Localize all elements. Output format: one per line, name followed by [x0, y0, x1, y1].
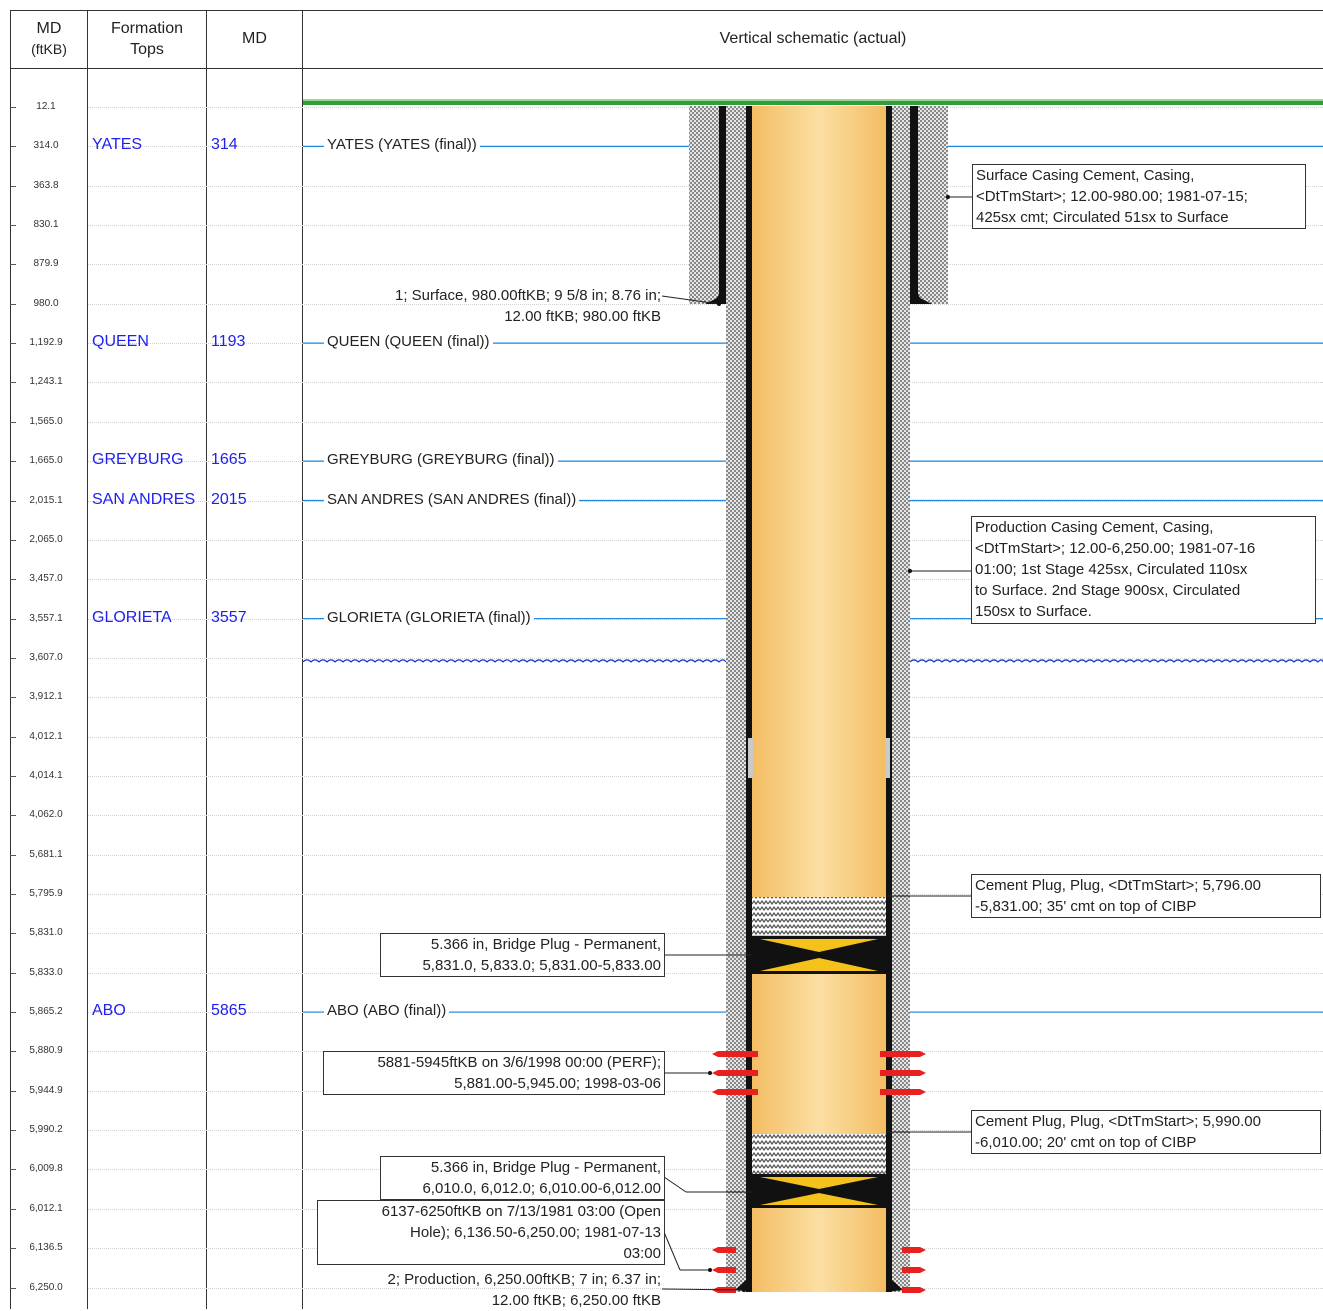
surface-cement-line3: 425sx cmt; Circulated 51sx to Surface	[976, 209, 1229, 226]
bridge-plug-2	[752, 1174, 886, 1208]
cement-plug-1-line1: Cement Plug, Plug, <DtTmStart>; 5,796.00	[975, 877, 1261, 894]
cement-plug-2-line1: Cement Plug, Plug, <DtTmStart>; 5,990.00	[975, 1113, 1261, 1130]
casing-collar-right	[885, 738, 890, 778]
production-casing-label: 2; Production, 6,250.00ftKB; 7 in; 6.37 …	[387, 1269, 661, 1311]
open-hole-line3: 03:00	[623, 1245, 661, 1262]
cement-plug-1-callout: Cement Plug, Plug, <DtTmStart>; 5,796.00…	[971, 874, 1321, 918]
formation-name: QUEEN	[92, 333, 149, 351]
formation-label: ABO (ABO (final))	[324, 1002, 450, 1020]
perforation-mark	[902, 1247, 926, 1253]
open-hole-line2: Hole); 6,136.50-6,250.00; 1981-07-13	[409, 1224, 661, 1241]
perforation-mark	[712, 1089, 758, 1095]
production-cement-callout: Production Casing Cement, Casing, <DtTmS…	[971, 516, 1316, 624]
surface-cement-right	[918, 106, 948, 304]
unconformity-line-right	[909, 659, 1323, 663]
production-cement-line4: to Surface. 2nd Stage 900sx, Circulated	[975, 582, 1241, 599]
cement-plug-2-callout: Cement Plug, Plug, <DtTmStart>; 5,990.00…	[971, 1110, 1321, 1154]
formation-label: SAN ANDRES (SAN ANDRES (final))	[324, 490, 580, 508]
production-cement-line3: 01:00; 1st Stage 425sx, Circulated 110sx	[975, 561, 1248, 578]
production-cement-left	[726, 106, 748, 1292]
perforation-mark	[712, 1267, 736, 1273]
surface-casing-label-line1: 1; Surface, 980.00ftKB; 9 5/8 in; 8.76 i…	[394, 287, 661, 304]
production-cement-line1: Production Casing Cement, Casing,	[975, 519, 1214, 536]
cement-plug-1	[752, 897, 886, 935]
perforation-mark	[712, 1051, 758, 1057]
perforation-mark	[902, 1287, 926, 1293]
bridge-plug-2-line2: 6,010.0, 6,012.0; 6,010.00-6,012.00	[422, 1180, 661, 1197]
perforation-mark	[880, 1089, 926, 1095]
production-casing-label-line2: 12.00 ftKB; 6,250.00 ftKB	[491, 1292, 661, 1309]
casing-collar-left	[748, 738, 753, 778]
bridge-plug-1-line1: 5.366 in, Bridge Plug - Permanent,	[430, 936, 661, 953]
surface-casing-label-line2: 12.00 ftKB; 980.00 ftKB	[504, 308, 661, 325]
perf-line2: 5,881.00-5,945.00; 1998-03-06	[454, 1075, 661, 1092]
bridge-plug-2-callout: 5.366 in, Bridge Plug - Permanent, 6,010…	[380, 1156, 665, 1200]
formation-label: GREYBURG (GREYBURG (final))	[324, 451, 558, 469]
perforation-mark	[880, 1051, 926, 1057]
formation-md: 1665	[211, 451, 247, 469]
wellbore-interior	[752, 106, 886, 1292]
formation-md: 1193	[211, 333, 246, 351]
bridge-plug-1	[752, 936, 886, 974]
ground-surface	[303, 99, 1323, 105]
bridge-plug-2-line1: 5.366 in, Bridge Plug - Permanent,	[430, 1159, 661, 1176]
surface-cement-line2: <DtTmStart>; 12.00-980.00; 1981-07-15;	[976, 188, 1248, 205]
perforation-mark	[902, 1267, 926, 1273]
bridge-plug-1-callout: 5.366 in, Bridge Plug - Permanent, 5,831…	[380, 933, 665, 977]
unconformity-line-left	[302, 659, 727, 663]
perforation-mark	[880, 1070, 926, 1076]
formation-name: YATES	[92, 136, 143, 154]
perf-line1: 5881-5945ftKB on 3/6/1998 00:00 (PERF);	[377, 1054, 661, 1071]
cement-plug-1-line2: -5,831.00; 35' cmt on top of CIBP	[975, 898, 1197, 915]
production-cement-line5: 150sx to Surface.	[975, 603, 1092, 620]
bridge-plug-1-line2: 5,831.0, 5,833.0; 5,831.00-5,833.00	[422, 957, 661, 974]
open-hole-line1: 6137-6250ftKB on 7/13/1981 03:00 (Open	[381, 1203, 661, 1220]
perforation-mark	[712, 1070, 758, 1076]
formation-label: GLORIETA (GLORIETA (final))	[324, 608, 534, 626]
surface-casing-label: 1; Surface, 980.00ftKB; 9 5/8 in; 8.76 i…	[395, 285, 661, 327]
formation-name: SAN ANDRES	[92, 490, 196, 508]
perf-callout: 5881-5945ftKB on 3/6/1998 00:00 (PERF); …	[323, 1051, 665, 1095]
surface-cement-line1: Surface Casing Cement, Casing,	[976, 167, 1195, 184]
open-hole-callout: 6137-6250ftKB on 7/13/1981 03:00 (Open H…	[317, 1200, 665, 1265]
formation-label: QUEEN (QUEEN (final))	[324, 333, 493, 351]
production-casing-left	[746, 106, 752, 1292]
surface-cement-callout: Surface Casing Cement, Casing, <DtTmStar…	[972, 164, 1306, 229]
cement-plug-2-line2: -6,010.00; 20' cmt on top of CIBP	[975, 1134, 1197, 1151]
formation-label: YATES (YATES (final))	[324, 136, 480, 154]
surface-cement-left	[689, 106, 719, 304]
formation-md: 314	[211, 136, 238, 154]
production-cement-line2: <DtTmStart>; 12.00-6,250.00; 1981-07-16	[975, 540, 1256, 557]
formation-name: GREYBURG	[92, 451, 184, 469]
formation-md: 2015	[211, 490, 247, 508]
cement-plug-2	[752, 1134, 886, 1174]
formation-name: ABO	[92, 1002, 126, 1020]
perforation-mark	[712, 1247, 736, 1253]
formation-name: GLORIETA	[92, 608, 172, 626]
production-casing-right	[886, 106, 892, 1292]
production-cement-right	[890, 106, 910, 1292]
formation-md: 5865	[211, 1002, 247, 1020]
production-casing-label-line1: 2; Production, 6,250.00ftKB; 7 in; 6.37 …	[387, 1271, 661, 1288]
formation-md: 3557	[211, 608, 247, 626]
